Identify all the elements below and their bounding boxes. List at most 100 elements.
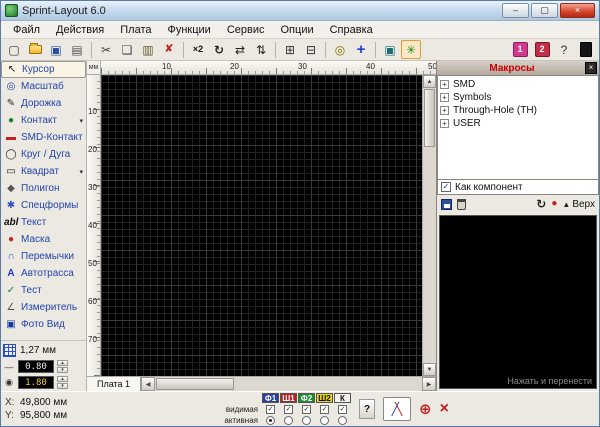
layer-view-button[interactable]: [576, 40, 596, 59]
layer-button-s2[interactable]: Ш2: [316, 393, 333, 403]
delete-macro-icon[interactable]: [457, 199, 466, 210]
scroll-right-button[interactable]: ▶: [422, 377, 436, 391]
layer-active-radio[interactable]: [338, 416, 347, 425]
rotate-macro-icon[interactable]: ↻: [536, 198, 546, 210]
menu-actions[interactable]: Действия: [48, 23, 112, 37]
cut-button[interactable]: ✂: [96, 40, 116, 59]
horizontal-scroll-thumb[interactable]: [156, 378, 234, 390]
tool-text[interactable]: abl Текст: [1, 214, 86, 231]
zoom-button[interactable]: ◎: [330, 40, 350, 59]
mirror-vertical-button[interactable]: ⇅: [251, 40, 271, 59]
layer-active-radio[interactable]: [284, 416, 293, 425]
tree-item-through-hole[interactable]: + Through-Hole (TH): [440, 104, 596, 117]
pad-size-up-button[interactable]: ▴: [57, 376, 68, 382]
menu-board[interactable]: Плата: [112, 23, 159, 37]
ungroup-button[interactable]: ⊟: [301, 40, 321, 59]
paste-button[interactable]: ▥: [138, 40, 158, 59]
photo-view-button[interactable]: ▣: [380, 40, 400, 59]
layer-visible-checkbox[interactable]: ✓: [284, 405, 293, 414]
scroll-left-button[interactable]: ◀: [141, 377, 155, 391]
tool-test[interactable]: ✓ Тест: [1, 282, 86, 299]
tool-rectangle[interactable]: ▭ Квадрат ▾: [1, 163, 86, 180]
expand-icon[interactable]: +: [440, 93, 449, 102]
copy-button[interactable]: ❏: [117, 40, 137, 59]
menu-service[interactable]: Сервис: [219, 23, 273, 37]
group-button[interactable]: ⊞: [280, 40, 300, 59]
tool-mask[interactable]: ● Маска: [1, 231, 86, 248]
tool-polygon[interactable]: ◆ Полигон: [1, 180, 86, 197]
grid-value[interactable]: 1,27 мм: [20, 345, 56, 356]
open-file-button[interactable]: [25, 40, 45, 59]
context-help-button[interactable]: ?: [554, 40, 574, 59]
as-component-checkbox[interactable]: ✓: [441, 182, 451, 192]
pad-size-down-button[interactable]: ▾: [57, 383, 68, 389]
board-tab[interactable]: Плата 1: [87, 377, 141, 391]
tool-special-forms[interactable]: ✱ Спецформы: [1, 197, 86, 214]
tree-item-smd[interactable]: + SMD: [440, 78, 596, 91]
save-macro-icon[interactable]: [441, 199, 452, 210]
layer-active-radio[interactable]: [266, 416, 275, 425]
crosshair-button[interactable]: +: [351, 40, 371, 59]
chevron-down-icon[interactable]: ▾: [79, 168, 83, 176]
save-button[interactable]: ▣: [46, 40, 66, 59]
cancel-icon[interactable]: ×: [440, 401, 449, 417]
layer-active-radio[interactable]: [302, 416, 311, 425]
menu-help[interactable]: Справка: [322, 23, 381, 37]
track-width-down-button[interactable]: ▾: [57, 367, 68, 373]
top-side-toggle[interactable]: ▲ Верх: [562, 199, 595, 210]
layer-button-f2[interactable]: Ф2: [298, 393, 315, 403]
layer-active-radio[interactable]: [320, 416, 329, 425]
layer-help-button[interactable]: ?: [359, 399, 375, 419]
target-icon[interactable]: ⊕: [419, 402, 432, 417]
title-bar[interactable]: Sprint-Layout 6.0 – ▢ ×: [1, 1, 599, 21]
tool-measure[interactable]: ∠ Измеритель: [1, 299, 86, 316]
tool-pad[interactable]: ● Контакт ▾: [1, 112, 86, 129]
vertical-scroll-thumb[interactable]: [424, 89, 435, 147]
menu-options[interactable]: Опции: [273, 23, 322, 37]
scroll-down-button[interactable]: ▼: [423, 363, 436, 376]
track-width-value[interactable]: 0.80: [18, 360, 54, 373]
macros-close-button[interactable]: ×: [585, 62, 597, 74]
layer-visible-checkbox[interactable]: ✓: [302, 405, 311, 414]
expand-icon[interactable]: +: [440, 119, 449, 128]
tool-autoroute[interactable]: A Автотрасса: [1, 265, 86, 282]
grid-icon[interactable]: [3, 344, 16, 357]
layer-visible-checkbox[interactable]: ✓: [338, 405, 347, 414]
horizontal-scrollbar[interactable]: ◀ ▶: [141, 377, 436, 391]
rotate-button[interactable]: ↻: [209, 40, 229, 59]
minimize-button[interactable]: –: [502, 3, 529, 18]
tool-circle-arc[interactable]: ◯ Круг / Дуга: [1, 146, 86, 163]
scroll-up-button[interactable]: ▲: [423, 75, 436, 88]
print-button[interactable]: ▤: [67, 40, 87, 59]
expand-icon[interactable]: +: [440, 80, 449, 89]
maximize-button[interactable]: ▢: [531, 3, 558, 18]
settings-button[interactable]: ✳: [401, 40, 421, 59]
tree-item-symbols[interactable]: + Symbols: [440, 91, 596, 104]
menu-file[interactable]: Файл: [5, 23, 48, 37]
duplicate-button[interactable]: ×2: [188, 40, 208, 59]
tool-track[interactable]: ✎ Дорожка: [1, 95, 86, 112]
chevron-down-icon[interactable]: ▾: [79, 117, 83, 125]
tool-zoom[interactable]: ◎ Масштаб: [1, 78, 86, 95]
close-button[interactable]: ×: [560, 3, 595, 18]
delete-button[interactable]: ✘: [159, 40, 179, 59]
pad-size-value[interactable]: 1.80: [18, 376, 54, 389]
pcb-canvas[interactable]: [101, 75, 422, 376]
tree-item-user[interactable]: + USER: [440, 117, 596, 130]
vertical-scrollbar[interactable]: ▲ ▼: [422, 75, 436, 376]
layer-button-f1[interactable]: Ф1: [262, 393, 279, 403]
layer-visible-checkbox[interactable]: ✓: [266, 405, 275, 414]
tool-cursor[interactable]: ↖ Курсор: [1, 61, 86, 78]
layer-visible-checkbox[interactable]: ✓: [320, 405, 329, 414]
track-width-up-button[interactable]: ▴: [57, 360, 68, 366]
macro-preview[interactable]: Нажать и перенести: [439, 215, 597, 389]
mirror-horizontal-button[interactable]: ⇄: [230, 40, 250, 59]
menu-functions[interactable]: Функции: [159, 23, 218, 37]
tool-smd-pad[interactable]: ▬ SMD-Контакт: [1, 129, 86, 146]
macro1-button[interactable]: 1: [510, 40, 530, 59]
tool-photo-view[interactable]: ▣ Фото Вид: [1, 316, 86, 333]
layer-button-k[interactable]: К: [334, 393, 351, 403]
macro2-button[interactable]: 2: [532, 40, 552, 59]
expand-icon[interactable]: +: [440, 106, 449, 115]
test-probe-panel[interactable]: ╱ ╲: [383, 397, 411, 421]
